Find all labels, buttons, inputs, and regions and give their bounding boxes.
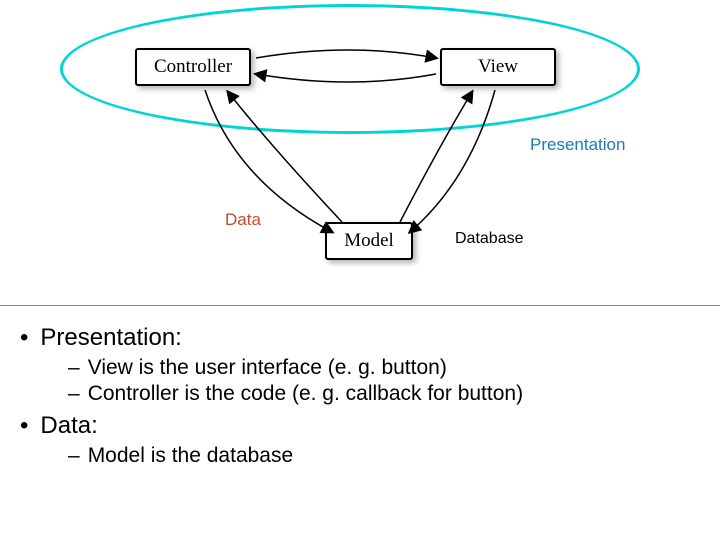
description-text: Presentation: View is the user interface… <box>0 305 720 470</box>
view-box: View <box>440 48 556 86</box>
bullet-data: Data: <box>20 412 700 440</box>
sub-controller: Controller is the code (e. g. callback f… <box>68 382 700 406</box>
database-label: Database <box>455 230 524 248</box>
mvc-diagram: Controller View Model Presentation Data … <box>0 0 720 305</box>
view-label: View <box>478 56 518 78</box>
controller-box: Controller <box>135 48 251 86</box>
sub-model: Model is the database <box>68 444 700 468</box>
controller-label: Controller <box>154 56 232 78</box>
model-label: Model <box>344 230 394 252</box>
bullet-presentation: Presentation: <box>20 324 700 352</box>
sub-view: View is the user interface (e. g. button… <box>68 356 700 380</box>
presentation-label: Presentation <box>530 135 625 155</box>
data-label: Data <box>225 210 261 230</box>
model-box: Model <box>325 222 413 260</box>
